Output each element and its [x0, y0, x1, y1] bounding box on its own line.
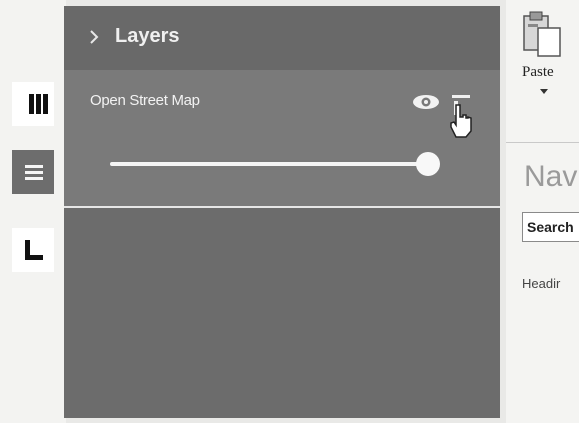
list-icon — [25, 165, 43, 180]
layers-panel-header[interactable]: Layers — [64, 6, 500, 70]
search-field[interactable]: Search — [522, 212, 579, 242]
hand-cursor-icon — [450, 104, 472, 138]
navigation-pane-title: Nav — [524, 160, 578, 193]
paste-button-label[interactable]: Paste — [522, 64, 554, 81]
slider-track[interactable] — [110, 162, 428, 166]
panel-title: Layers — [115, 25, 180, 47]
corner-icon — [25, 240, 43, 260]
ribbon-separator — [506, 142, 579, 143]
dropdown-arrow-icon[interactable] — [539, 88, 549, 96]
map-toolbar — [0, 0, 66, 423]
search-placeholder: Search — [527, 219, 574, 235]
opacity-slider[interactable] — [110, 152, 440, 176]
chevron-right-icon[interactable] — [88, 28, 100, 46]
layers-list-button[interactable] — [12, 150, 54, 194]
layer-name: Open Street Map — [90, 92, 200, 109]
eye-icon[interactable] — [410, 92, 442, 112]
layers-panel-body — [64, 208, 500, 418]
paste-clipboard-icon[interactable] — [522, 10, 564, 62]
columns-view-button[interactable] — [12, 82, 54, 126]
corner-tool-button[interactable] — [12, 228, 54, 272]
headings-tab[interactable]: Headir — [522, 276, 560, 291]
layer-row[interactable]: Open Street Map — [64, 70, 500, 206]
layers-panel: Layers Open Street Map — [64, 6, 500, 418]
columns-icon — [29, 94, 48, 114]
word-ribbon-area: Paste Nav Search Headir — [506, 0, 579, 423]
slider-thumb[interactable] — [416, 152, 440, 176]
